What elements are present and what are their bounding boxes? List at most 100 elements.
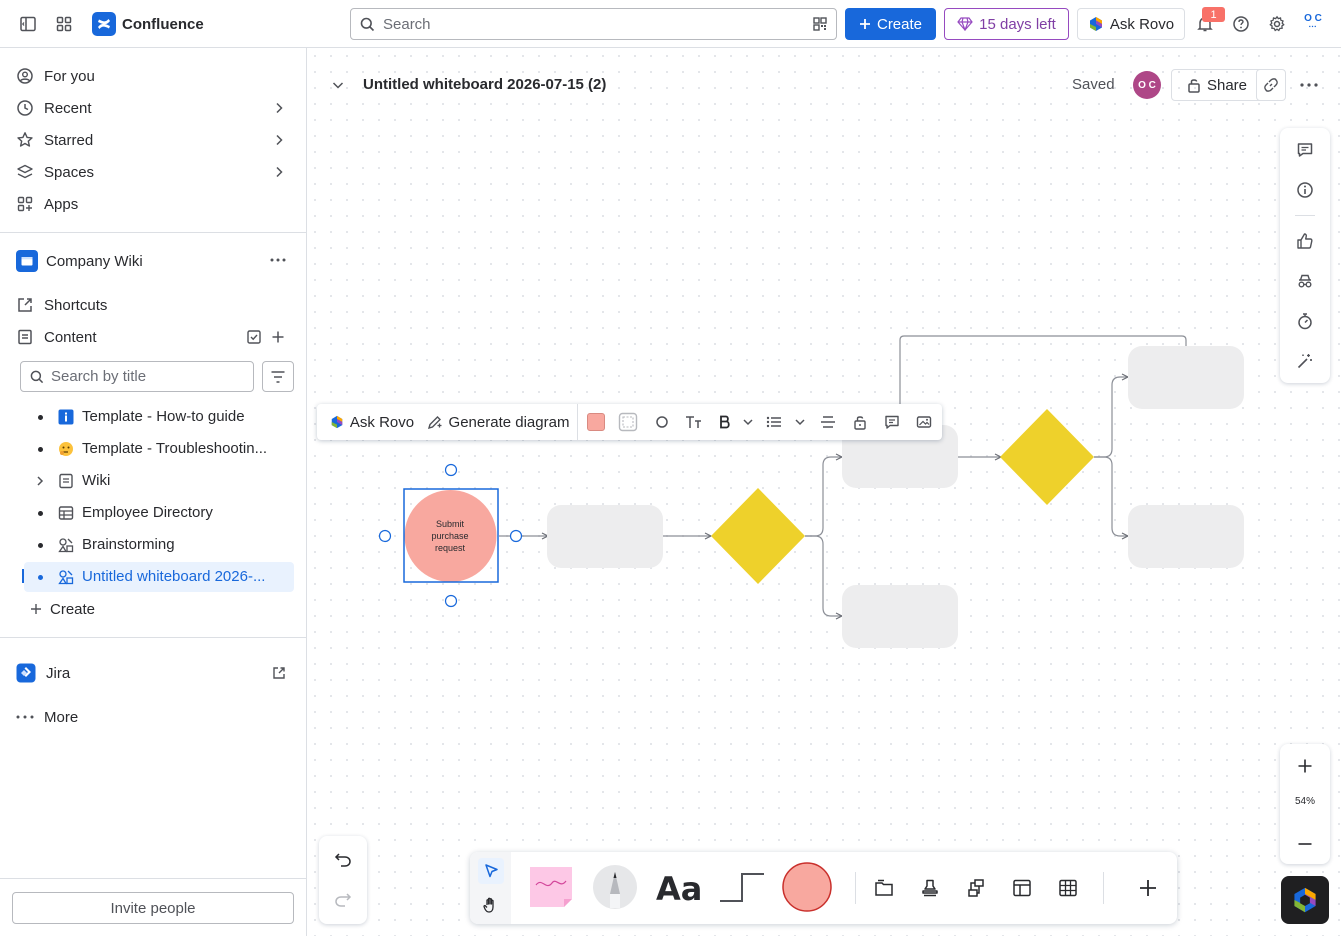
tree-item-employee-directory[interactable]: Employee Directory bbox=[24, 498, 294, 528]
qr-code-icon[interactable] bbox=[812, 16, 828, 32]
timer-stopwatch-icon[interactable] bbox=[1293, 309, 1317, 333]
user-circle-icon bbox=[16, 67, 34, 85]
tree-item-brainstorming[interactable]: Brainstorming bbox=[24, 530, 294, 560]
ask-rovo-label: Ask Rovo bbox=[349, 413, 415, 431]
confluence-logo[interactable]: Confluence bbox=[92, 12, 204, 36]
sidebar-create-button[interactable]: Create bbox=[30, 593, 294, 625]
select-pointer-icon[interactable] bbox=[478, 858, 504, 884]
sidebar-item-label: Shortcuts bbox=[44, 296, 108, 314]
selection-handle bbox=[444, 463, 458, 477]
toolbar-divider bbox=[1103, 872, 1104, 904]
app-switcher-icon[interactable] bbox=[50, 10, 78, 38]
comments-icon[interactable] bbox=[1293, 138, 1317, 162]
bullet-list-icon[interactable] bbox=[763, 404, 785, 440]
fill-color-button[interactable] bbox=[585, 404, 607, 440]
template-layout-icon[interactable] bbox=[1008, 874, 1036, 902]
like-thumbs-up-icon[interactable] bbox=[1293, 229, 1317, 253]
zoom-in-plus-icon[interactable] bbox=[1293, 754, 1317, 778]
filter-icon bbox=[270, 370, 286, 384]
shape-circle-icon[interactable] bbox=[651, 404, 673, 440]
connector-arrow bbox=[1094, 377, 1128, 458]
global-search-input[interactable]: Search bbox=[350, 8, 837, 40]
generate-diagram-button[interactable]: Generate diagram bbox=[425, 404, 571, 440]
create-button[interactable]: Create bbox=[845, 8, 936, 40]
unlock-icon[interactable] bbox=[849, 404, 871, 440]
incognito-icon[interactable] bbox=[1293, 269, 1317, 293]
sidebar-item-starred[interactable]: Starred bbox=[16, 124, 294, 156]
shape-circle-tool[interactable] bbox=[780, 860, 834, 914]
sidebar: For you Recent Starred Spaces Apps Compa… bbox=[0, 48, 307, 936]
sticky-note-tool[interactable] bbox=[528, 862, 578, 912]
process-box bbox=[842, 585, 958, 648]
connector-line-tool[interactable] bbox=[718, 868, 766, 906]
selection-handle bbox=[509, 529, 523, 543]
chevron-down-icon[interactable] bbox=[739, 404, 757, 440]
trial-label: 15 days left bbox=[979, 15, 1056, 33]
frame-section-icon[interactable] bbox=[870, 874, 898, 902]
tree-item-troubleshooting[interactable]: Template - Troubleshootin... bbox=[24, 434, 294, 464]
zoom-controls: 54% bbox=[1280, 744, 1330, 864]
content-filter-check-icon[interactable] bbox=[246, 329, 262, 345]
sidebar-item-recent[interactable]: Recent bbox=[16, 92, 294, 124]
user-avatar[interactable]: O C ▪▪▪ bbox=[1300, 14, 1326, 34]
hand-pan-icon[interactable] bbox=[478, 892, 504, 918]
border-style-icon[interactable] bbox=[617, 404, 639, 440]
zoom-level[interactable]: 54% bbox=[1280, 796, 1330, 807]
sidebar-item-jira[interactable]: Jira bbox=[16, 657, 294, 689]
tree-item-wiki[interactable]: Wiki bbox=[24, 466, 294, 496]
chevron-right-icon[interactable] bbox=[34, 475, 46, 487]
search-by-title-input[interactable]: Search by title bbox=[20, 361, 254, 392]
chevron-down-icon[interactable] bbox=[791, 404, 809, 440]
add-content-plus-icon[interactable] bbox=[270, 329, 286, 345]
text-size-icon[interactable] bbox=[683, 404, 705, 440]
confluence-logo-icon bbox=[92, 12, 116, 36]
magic-wand-icon[interactable] bbox=[1293, 349, 1317, 373]
trial-days-left-button[interactable]: 15 days left bbox=[944, 8, 1069, 40]
info-circle-icon[interactable] bbox=[1293, 178, 1317, 202]
sidebar-item-apps[interactable]: Apps bbox=[16, 188, 294, 220]
rovo-assistant-button[interactable] bbox=[1281, 876, 1329, 924]
process-box bbox=[547, 505, 663, 568]
shortcut-link-icon bbox=[16, 296, 34, 314]
sidebar-item-for-you[interactable]: For you bbox=[16, 60, 294, 92]
sidebar-item-spaces[interactable]: Spaces bbox=[16, 156, 294, 188]
pen-draw-tool[interactable] bbox=[592, 864, 638, 910]
whiteboard-canvas[interactable]: Untitled whiteboard 2026-07-15 (2) Saved… bbox=[307, 48, 1341, 936]
tree-item-label: Template - How-to guide bbox=[82, 408, 245, 425]
diamond-gem-icon bbox=[957, 17, 973, 31]
sidebar-item-shortcuts[interactable]: Shortcuts bbox=[16, 289, 294, 321]
thinking-emoji-icon bbox=[58, 441, 74, 457]
strikethrough-align-icon[interactable] bbox=[817, 404, 839, 440]
help-icon[interactable] bbox=[1227, 10, 1255, 38]
top-navigation-bar: Confluence Search Create 15 days left As… bbox=[0, 0, 1341, 48]
tree-item-untitled-whiteboard[interactable]: Untitled whiteboard 2026-... bbox=[24, 562, 294, 592]
tree-item-label: Wiki bbox=[82, 472, 111, 489]
redo-icon[interactable] bbox=[331, 888, 355, 912]
table-grid-icon[interactable] bbox=[1054, 874, 1082, 902]
stamp-icon[interactable] bbox=[916, 874, 944, 902]
comment-icon[interactable] bbox=[881, 404, 903, 440]
tree-item-label: Untitled whiteboard 2026-... bbox=[82, 568, 266, 585]
sidebar-toggle-icon[interactable] bbox=[14, 10, 42, 38]
user-avatar-initials: O C bbox=[1304, 13, 1322, 24]
filter-button[interactable] bbox=[262, 361, 294, 392]
undo-icon[interactable] bbox=[331, 848, 355, 872]
diagram-shapes-icon[interactable] bbox=[962, 874, 990, 902]
zoom-out-minus-icon[interactable] bbox=[1293, 832, 1317, 856]
start-shape-label[interactable]: Submit purchase request bbox=[420, 518, 480, 554]
star-icon bbox=[16, 131, 34, 149]
sidebar-item-content[interactable]: Content bbox=[16, 321, 294, 353]
ask-rovo-button[interactable]: Ask Rovo bbox=[1077, 8, 1185, 40]
ask-rovo-toolbar-button[interactable]: Ask Rovo bbox=[327, 404, 417, 440]
invite-people-button[interactable]: Invite people bbox=[12, 892, 294, 924]
sidebar-item-more[interactable]: More bbox=[16, 701, 294, 733]
image-comment-icon[interactable] bbox=[913, 404, 935, 440]
tree-item-how-to-guide[interactable]: Template - How-to guide bbox=[24, 402, 294, 432]
text-tool[interactable]: Aa bbox=[654, 864, 704, 910]
search-icon bbox=[360, 17, 375, 32]
bold-icon[interactable] bbox=[714, 404, 736, 440]
add-more-plus-icon[interactable] bbox=[1134, 874, 1162, 902]
space-header-company-wiki[interactable]: Company Wiki bbox=[16, 245, 294, 277]
more-horizontal-icon[interactable] bbox=[270, 258, 286, 262]
settings-gear-icon[interactable] bbox=[1263, 10, 1291, 38]
